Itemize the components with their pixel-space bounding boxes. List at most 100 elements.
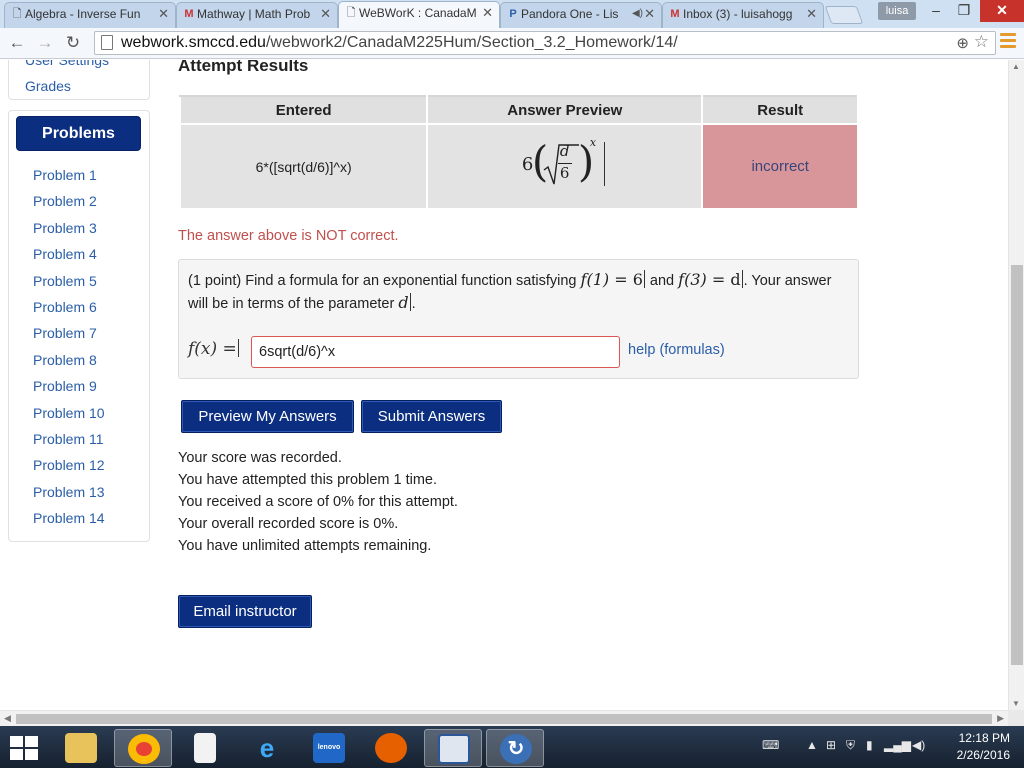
tab-title: Algebra - Inverse Fun <box>25 7 141 21</box>
scroll-down-arrow-icon[interactable]: ▼ <box>1012 699 1020 708</box>
tab-pandora[interactable]: P Pandora One - Lis ◀) ✕ <box>500 2 662 28</box>
minimize-icon[interactable]: – <box>922 0 950 22</box>
page-icon: 🗋 <box>12 8 22 20</box>
close-icon[interactable]: ✕ <box>320 3 331 25</box>
vertical-scroll-thumb[interactable] <box>1011 265 1023 665</box>
problem-link[interactable]: Problem 10 <box>33 404 105 430</box>
keyboard-icon[interactable]: ⌨ <box>762 738 779 752</box>
window-close-icon[interactable]: ✕ <box>980 0 1024 22</box>
scroll-left-arrow-icon[interactable]: ◀ <box>4 713 11 724</box>
user-settings-link[interactable]: User Settings <box>25 60 109 68</box>
forward-icon[interactable]: → <box>34 31 56 55</box>
score-line: You received a score of 0% for this atte… <box>178 494 458 510</box>
action-center-icon[interactable]: ⊞ <box>826 738 836 752</box>
power-icon[interactable]: ▮ <box>866 738 873 752</box>
equation-2-lhs: f(3) <box>678 270 707 289</box>
score-line: Your score was recorded. <box>178 450 342 466</box>
text-cursor <box>409 293 411 311</box>
score-line: You have attempted this problem 1 time. <box>178 472 438 488</box>
zoom-icon[interactable]: ⊕ <box>956 34 969 52</box>
tab-algebra[interactable]: 🗋 Algebra - Inverse Fun ✕ <box>4 2 176 28</box>
answer-input[interactable] <box>251 336 620 368</box>
system-tray: ⌨ ▲ ⊞ ⛨ ▮ ▂▄▆ ◀) 12:18 PM 2/26/2016 <box>760 726 1024 768</box>
attempt-results-heading: Attempt Results <box>178 60 309 75</box>
email-instructor-button[interactable]: Email instructor <box>178 595 312 628</box>
volume-icon[interactable]: ◀) <box>912 738 925 752</box>
show-hidden-icons-icon[interactable]: ▲ <box>806 738 818 752</box>
problem-link[interactable]: Problem 13 <box>33 483 105 509</box>
problem-link[interactable]: Problem 2 <box>33 192 105 218</box>
restore-icon[interactable]: ❐ <box>950 0 978 22</box>
document-icon[interactable] <box>176 729 234 767</box>
security-shield-icon[interactable]: ⛨ <box>846 738 855 753</box>
windows-start-icon[interactable] <box>8 734 40 762</box>
close-icon[interactable]: ✕ <box>644 3 655 25</box>
sync-icon[interactable]: ↻ <box>486 729 544 767</box>
preview-answers-button[interactable]: Preview My Answers <box>181 400 354 433</box>
problem-link[interactable]: Problem 3 <box>33 219 105 245</box>
url-path: /webwork2/CanadaM225Hum/Section_3.2_Home… <box>265 34 678 51</box>
bookmark-star-icon[interactable]: ☆ <box>974 32 989 52</box>
tab-webwork[interactable]: 🗋 WeBWorK : CanadaM ✕ <box>338 1 500 28</box>
problem-link[interactable]: Problem 4 <box>33 245 105 271</box>
page-viewport: User Settings Grades Problems Problem 1 … <box>0 60 1008 710</box>
scroll-right-arrow-icon[interactable]: ▶ <box>997 713 1004 724</box>
publisher-icon[interactable] <box>424 729 482 767</box>
problem-link[interactable]: Problem 11 <box>33 430 105 456</box>
problem-link[interactable]: Problem 1 <box>33 166 105 192</box>
internet-explorer-icon[interactable]: e <box>238 729 296 767</box>
problem-intro: (1 point) Find a formula for an exponent… <box>188 273 577 289</box>
url-text[interactable]: webwork.smccd.edu/webwork2/CanadaM225Hum… <box>121 34 678 52</box>
problems-header-button[interactable]: Problems <box>16 116 141 151</box>
score-line: You have unlimited attempts remaining. <box>178 538 432 554</box>
network-signal-icon[interactable]: ▂▄▆ <box>884 738 911 752</box>
problem-link[interactable]: Problem 12 <box>33 456 105 482</box>
vertical-scrollbar[interactable]: ▲ ▼ <box>1008 60 1024 710</box>
close-icon[interactable]: ✕ <box>482 2 493 24</box>
help-formulas-link[interactable]: help (formulas) <box>628 342 725 358</box>
page-icon: 🗋 <box>346 7 356 19</box>
reload-icon[interactable]: ↻ <box>62 31 84 55</box>
lenovo-icon[interactable]: lenovo <box>300 729 358 767</box>
result-status: incorrect <box>701 123 859 210</box>
chrome-icon[interactable] <box>114 729 172 767</box>
preview-exponent: x <box>589 136 597 150</box>
problem-link[interactable]: Problem 6 <box>33 298 105 324</box>
tab-mathway[interactable]: M Mathway | Math Prob ✕ <box>176 2 338 28</box>
chrome-menu-icon[interactable] <box>1000 33 1016 53</box>
firefox-icon[interactable] <box>362 729 420 767</box>
tab-title: WeBWorK : CanadaM <box>359 6 477 20</box>
close-icon[interactable]: ✕ <box>806 3 817 25</box>
tab-gmail[interactable]: M Inbox (3) - luisahogg ✕ <box>662 2 824 28</box>
horizontal-scroll-thumb[interactable] <box>16 714 992 724</box>
new-tab-button[interactable] <box>824 6 864 24</box>
problem-link[interactable]: Problem 5 <box>33 272 105 298</box>
grades-link[interactable]: Grades <box>25 78 71 94</box>
close-icon[interactable]: ✕ <box>158 3 169 25</box>
back-icon[interactable]: ← <box>6 31 28 55</box>
score-summary: Your score was recorded. You have attemp… <box>178 448 458 558</box>
answer-preview: 6 ( d 6 ) x <box>426 123 704 210</box>
windows-taskbar: e lenovo ↻ ⌨ ▲ ⊞ ⛨ ▮ ▂▄▆ ◀) 12:18 PM 2/2… <box>0 726 1024 768</box>
submit-answers-button[interactable]: Submit Answers <box>361 400 502 433</box>
preview-denominator: 6 <box>559 164 570 183</box>
mathway-icon: M <box>184 8 194 20</box>
scroll-up-arrow-icon[interactable]: ▲ <box>1012 62 1020 71</box>
horizontal-scrollbar[interactable]: ◀ ▶ <box>0 710 1008 726</box>
address-bar[interactable]: webwork.smccd.edu/webwork2/CanadaM225Hum… <box>94 31 996 55</box>
page-info-icon[interactable] <box>101 35 113 50</box>
file-explorer-icon[interactable] <box>52 729 110 767</box>
problem-link[interactable]: Problem 8 <box>33 351 105 377</box>
problem-statement-box: (1 point) Find a formula for an exponent… <box>178 259 859 379</box>
problem-link[interactable]: Problem 7 <box>33 324 105 350</box>
result-header: Result <box>701 94 859 126</box>
clock-date[interactable]: 2/26/2016 <box>957 748 1010 762</box>
problem-link[interactable]: Problem 9 <box>33 377 105 403</box>
problem-link[interactable]: Problem 14 <box>33 509 105 535</box>
preview-formula: 6 ( d 6 ) x <box>520 136 610 194</box>
equation-1-lhs: f(1) <box>580 270 610 289</box>
profile-badge[interactable]: luisa <box>878 2 916 20</box>
equation-2-rhs: = d <box>711 270 741 289</box>
browser-toolbar: ← → ↻ webwork.smccd.edu/webwork2/CanadaM… <box>0 28 1024 59</box>
clock-time[interactable]: 12:18 PM <box>959 731 1010 745</box>
